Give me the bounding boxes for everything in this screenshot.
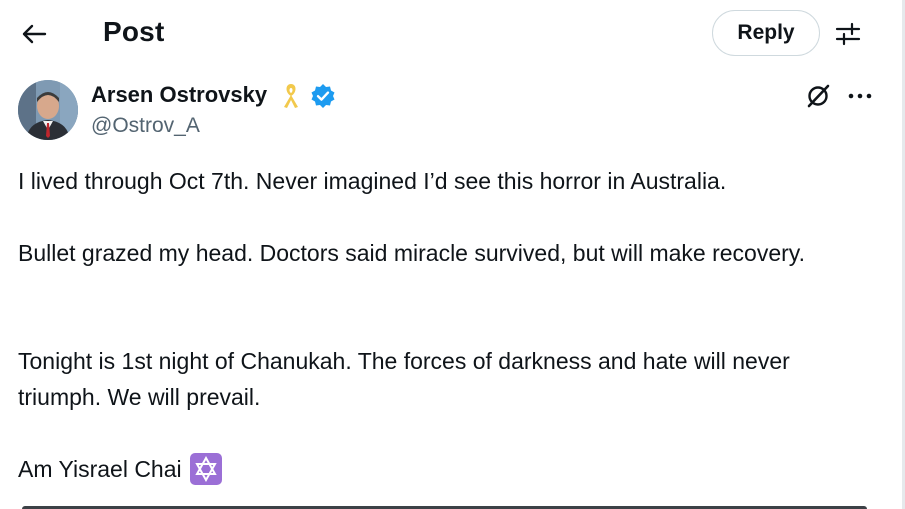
yellow-ribbon-icon	[280, 82, 302, 110]
post-paragraph: Tonight is 1st night of Chanukah. The fo…	[18, 348, 790, 410]
settings-button[interactable]	[830, 16, 866, 52]
back-button[interactable]	[14, 16, 54, 52]
page-title: Post	[103, 16, 165, 47]
verified-badge-icon[interactable]	[310, 83, 336, 109]
grok-icon	[807, 84, 830, 108]
sliders-icon	[835, 22, 861, 46]
post-paragraph: I lived through Oct 7th. Never imagined …	[18, 168, 727, 194]
grok-button[interactable]	[802, 80, 834, 112]
reply-button[interactable]: Reply	[712, 10, 820, 56]
author-avatar[interactable]	[18, 80, 78, 140]
post-paragraph: Bullet grazed my head. Doctors said mira…	[18, 240, 805, 266]
post-paragraph-last: Am Yisrael Chai	[18, 451, 878, 487]
arrow-left-icon	[22, 24, 47, 44]
author-name[interactable]: Arsen Ostrovsky	[91, 82, 267, 108]
star-of-david-emoji	[189, 453, 222, 485]
more-options-button[interactable]	[843, 80, 877, 112]
top-bar: Post Reply	[0, 0, 900, 68]
author-handle[interactable]: @Ostrov_A	[91, 114, 200, 138]
more-dots-icon	[848, 93, 872, 99]
avatar-portrait	[18, 80, 78, 140]
post-paragraph-text: Am Yisrael Chai	[18, 456, 182, 482]
